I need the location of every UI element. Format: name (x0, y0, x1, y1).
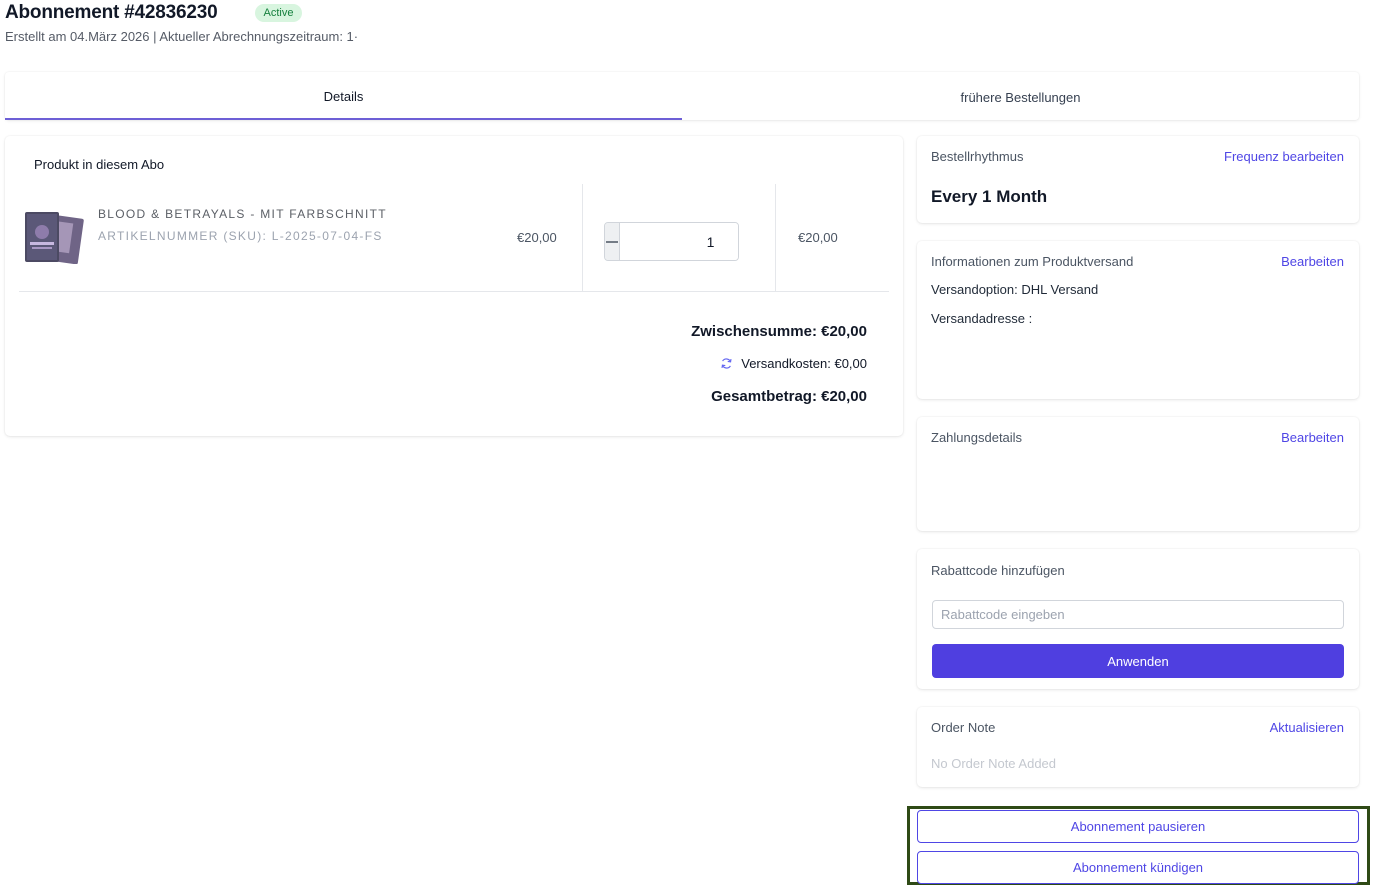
grand-total: Gesamtbetrag: €20,00 (711, 388, 867, 405)
shipping-cost: Versandkosten: €0,00 (720, 356, 867, 371)
book-cover-image (25, 212, 84, 264)
product-sku: ARTIKELNUMMER (SKU): L-2025-07-04-FS (98, 229, 383, 243)
title-row: Abonnement #42836230 Active (5, 2, 370, 24)
shipping-cost-label: Versandkosten: €0,00 (741, 356, 867, 371)
products-title: Produkt in diesem Abo (34, 157, 165, 172)
product-name: BLOOD & BETRAYALS - MIT FARBSCHNITT (98, 207, 387, 221)
products-card: Produkt in diesem Abo BLOOD & BETRAYALS … (5, 136, 903, 436)
rhythm-value: Every 1 Month (931, 187, 1048, 206)
tab-previous-orders[interactable]: frühere Bestellungen (682, 72, 1359, 120)
order-note-label: Order Note (931, 720, 996, 735)
page-header: Abonnement #42836230 Active Erstellt am … (5, 2, 370, 44)
shipping-option: Versandoption: DHL Versand (931, 282, 1099, 297)
cancel-subscription-button[interactable]: Abonnement kündigen (917, 851, 1359, 884)
shipping-info-label: Informationen zum Produktversand (931, 254, 1134, 269)
shipping-address: Versandadresse : (931, 311, 1033, 326)
shipping-info-card: Informationen zum Produktversand Bearbei… (917, 241, 1359, 399)
edit-frequency-link[interactable]: Frequenz bearbeiten (1224, 149, 1344, 164)
payment-card: Zahlungsdetails Bearbeiten (917, 417, 1359, 531)
product-unit-price: €20,00 (517, 230, 557, 245)
status-badge: Active (254, 4, 303, 22)
payment-label: Zahlungsdetails (931, 430, 1023, 445)
rhythm-label: Bestellrhythmus (931, 149, 1024, 164)
pause-subscription-button[interactable]: Abonnement pausieren (917, 810, 1359, 843)
subtotal: Zwischensumme: €20,00 (691, 323, 867, 340)
page-title: Abonnement #42836230 (5, 2, 218, 23)
rhythm-card: Bestellrhythmus Frequenz bearbeiten Ever… (917, 136, 1359, 223)
product-line-total: €20,00 (798, 230, 838, 245)
coupon-label: Rabattcode hinzufügen (931, 563, 1065, 578)
product-row: BLOOD & BETRAYALS - MIT FARBSCHNITT ARTI… (19, 184, 889, 292)
quantity-input[interactable] (620, 223, 738, 260)
edit-shipping-link[interactable]: Bearbeiten (1281, 254, 1344, 269)
decrease-quantity-button[interactable] (605, 223, 620, 260)
edit-payment-link[interactable]: Bearbeiten (1281, 430, 1344, 445)
minus-icon (606, 240, 618, 243)
order-note-card: Order Note Aktualisieren No Order Note A… (917, 707, 1359, 787)
quantity-stepper (604, 222, 739, 261)
column-divider (775, 184, 776, 291)
column-divider (582, 184, 583, 291)
tab-bar: Details frühere Bestellungen (5, 72, 1359, 120)
subscription-meta: Erstellt am 04.März 2026 | Aktueller Abr… (5, 29, 359, 44)
order-note-empty: No Order Note Added (931, 756, 1057, 771)
apply-coupon-button[interactable]: Anwenden (932, 644, 1344, 678)
coupon-code-input[interactable] (932, 600, 1344, 629)
tab-details[interactable]: Details (5, 72, 682, 120)
sync-icon (721, 358, 732, 369)
coupon-card: Rabattcode hinzufügen Anwenden (917, 549, 1359, 689)
update-order-note-link[interactable]: Aktualisieren (1270, 720, 1344, 735)
